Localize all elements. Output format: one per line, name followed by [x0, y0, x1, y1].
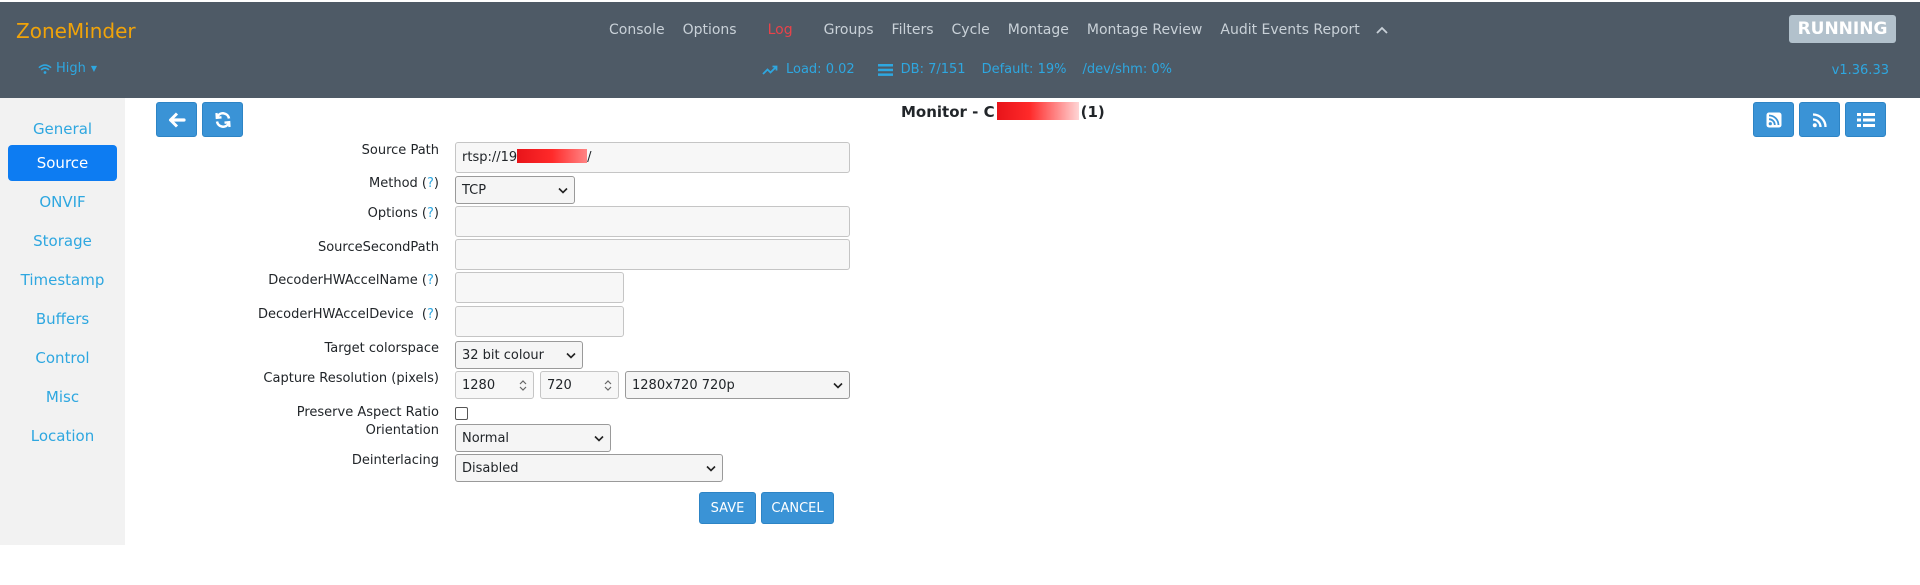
default-storage-value: Default: 19%: [981, 62, 1067, 77]
decoder-hw-accel-device-help-link[interactable]: ?: [427, 307, 434, 322]
load-value: Load: 0.02: [786, 62, 855, 77]
nav-filters[interactable]: Filters: [883, 22, 943, 38]
shm-value: /dev/shm: 0%: [1082, 62, 1172, 77]
brand-logo[interactable]: ZoneMinder: [16, 19, 136, 43]
tab-control[interactable]: Control: [8, 340, 117, 376]
list-icon: [1856, 112, 1875, 127]
target-colorspace-select[interactable]: 32 bit colour: [455, 341, 583, 369]
tab-onvif[interactable]: ONVIF: [8, 184, 117, 220]
redacted-monitor-name: [996, 102, 1079, 120]
trending-up-icon: [762, 65, 778, 75]
nav-options[interactable]: Options: [674, 22, 746, 38]
nav-montage-review[interactable]: Montage Review: [1078, 22, 1212, 38]
preserve-aspect-ratio-label: Preserve Aspect Ratio: [296, 405, 439, 420]
capture-resolution-preset-select[interactable]: 1280x720 720p: [625, 371, 850, 399]
cancel-button[interactable]: CANCEL: [761, 492, 834, 524]
chevron-down-icon: [558, 187, 568, 194]
tab-source[interactable]: Source: [8, 145, 117, 181]
deinterlacing-select[interactable]: Disabled: [455, 454, 723, 482]
decoder-hw-accel-name-label: DecoderHWAccelName (?): [268, 273, 439, 288]
nav-console[interactable]: Console: [600, 22, 674, 38]
deinterlacing-label: Deinterlacing: [351, 453, 439, 468]
bandwidth-label: High: [56, 61, 86, 76]
refresh-icon: [214, 111, 231, 128]
method-label: Method (?): [369, 176, 439, 191]
source-path-label: Source Path: [361, 143, 439, 158]
orientation-select[interactable]: Normal: [455, 424, 611, 452]
tab-timestamp[interactable]: Timestamp: [8, 262, 117, 298]
monitor-tab-sidebar: General Source ONVIF Storage Timestamp B…: [0, 98, 125, 545]
options-label: Options (?): [367, 206, 439, 221]
version-label[interactable]: v1.36.33: [1832, 63, 1889, 78]
spinner-arrows-icon[interactable]: [519, 379, 527, 391]
refresh-button[interactable]: [202, 102, 243, 137]
tab-general[interactable]: General: [8, 111, 117, 147]
arrow-left-icon: [168, 111, 186, 128]
tab-storage[interactable]: Storage: [8, 223, 117, 259]
chevron-down-icon: [594, 435, 604, 442]
chevron-up-icon[interactable]: [1375, 25, 1389, 35]
capture-resolution-label: Capture Resolution (pixels): [263, 371, 439, 386]
decoder-hw-accel-device-input[interactable]: [455, 306, 624, 337]
rss-button[interactable]: [1799, 102, 1840, 137]
list-button[interactable]: [1845, 102, 1886, 137]
rss-icon: [1812, 112, 1827, 127]
back-button[interactable]: [156, 102, 197, 137]
redacted-address: [517, 149, 588, 163]
page-title: Monitor - C (1): [901, 102, 1105, 121]
load-status: Load: 0.02: [762, 62, 855, 77]
rss-feed-button[interactable]: [1753, 102, 1794, 137]
decoder-hw-accel-name-input[interactable]: [455, 272, 624, 303]
chevron-down-icon: [833, 382, 843, 389]
source-second-path-input[interactable]: [455, 239, 850, 270]
nav-cycle[interactable]: Cycle: [943, 22, 999, 38]
db-status: DB: 7/151: [877, 62, 966, 77]
caret-down-icon: ▼: [90, 64, 98, 73]
source-second-path-label: SourceSecondPath: [317, 240, 439, 255]
source-path-input[interactable]: rtsp://19/: [455, 142, 850, 173]
navbar: ZoneMinder High ▼ Console Options Log Gr…: [0, 2, 1920, 98]
main-menu: Console Options Log Groups Filters Cycle…: [600, 22, 1389, 38]
decoder-hw-accel-device-label: DecoderHWAccelDevice (?): [258, 307, 439, 322]
spinner-arrows-icon[interactable]: [604, 379, 612, 391]
preserve-aspect-ratio-checkbox[interactable]: [455, 407, 468, 420]
nav-montage[interactable]: Montage: [999, 22, 1078, 38]
database-list-icon: [877, 63, 893, 76]
tab-location[interactable]: Location: [8, 418, 117, 454]
options-help-link[interactable]: ?: [427, 206, 434, 221]
nav-audit-events-report[interactable]: Audit Events Report: [1211, 22, 1368, 38]
run-state-button[interactable]: RUNNING: [1789, 15, 1896, 43]
bandwidth-dropdown[interactable]: High ▼: [38, 61, 97, 76]
db-value: DB: 7/151: [900, 62, 966, 77]
orientation-label: Orientation: [365, 423, 439, 438]
wifi-icon: [38, 63, 52, 74]
target-colorspace-label: Target colorspace: [324, 341, 440, 356]
nav-log[interactable]: Log: [746, 22, 815, 38]
rss-square-icon: [1766, 112, 1781, 127]
capture-width-input[interactable]: 1280: [455, 371, 534, 399]
method-help-link[interactable]: ?: [427, 176, 434, 191]
tab-misc[interactable]: Misc: [8, 379, 117, 415]
chevron-down-icon: [706, 465, 716, 472]
capture-height-input[interactable]: 720: [540, 371, 619, 399]
decoder-hw-accel-name-help-link[interactable]: ?: [427, 273, 434, 288]
nav-groups[interactable]: Groups: [815, 22, 883, 38]
save-button[interactable]: SAVE: [699, 492, 756, 524]
system-status: Load: 0.02 DB: 7/151 Default: 19% /dev/s…: [762, 62, 1172, 77]
method-select[interactable]: TCP: [455, 176, 575, 204]
options-input[interactable]: [455, 206, 850, 237]
tab-buffers[interactable]: Buffers: [8, 301, 117, 337]
chevron-down-icon: [566, 352, 576, 359]
